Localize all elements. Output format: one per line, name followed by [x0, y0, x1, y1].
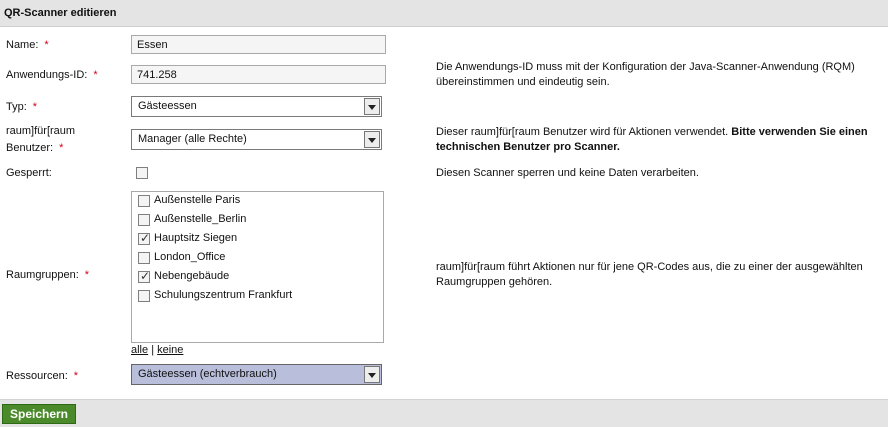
room-group-checkbox[interactable]: ✓: [138, 269, 151, 283]
checkmark-icon: ✓: [140, 269, 151, 283]
chevron-down-icon: [368, 105, 376, 110]
type-dropdown-button[interactable]: [364, 98, 380, 115]
user-hint: Dieser raum]für[raum Benutzer wird für A…: [436, 126, 868, 153]
locked-hint: Diesen Scanner sperren und keine Daten v…: [436, 167, 699, 179]
room-groups-hint: raum]für[raum führt Aktionen nur für jen…: [436, 261, 863, 288]
checkmark-icon: ✓: [140, 231, 151, 245]
name-label: Name: *: [6, 39, 49, 51]
resources-label: Ressourcen: *: [6, 370, 79, 382]
page-title: QR-Scanner editieren: [4, 7, 117, 19]
required-marker: *: [93, 69, 98, 81]
room-group-checkbox[interactable]: [138, 214, 150, 226]
resources-select-value: Gästeessen (echtverbrauch): [138, 368, 277, 380]
app-id-label: Anwendungs-ID: *: [6, 69, 98, 81]
select-none-link[interactable]: keine: [157, 344, 183, 356]
locked-checkbox[interactable]: [136, 167, 148, 179]
save-button[interactable]: Speichern: [2, 404, 76, 424]
type-label: Typ: *: [6, 101, 38, 113]
room-group-checkbox[interactable]: ✓: [138, 231, 151, 245]
chevron-down-icon: [368, 138, 376, 143]
app-id-field[interactable]: [131, 65, 386, 84]
resources-select[interactable]: Gästeessen (echtverbrauch): [131, 364, 382, 385]
chevron-down-icon: [368, 373, 376, 378]
required-marker: *: [73, 370, 79, 382]
type-select[interactable]: Gästeessen: [131, 96, 382, 117]
required-marker: *: [84, 269, 90, 281]
resources-dropdown-button[interactable]: [364, 366, 380, 383]
select-links: alle | keine: [131, 344, 183, 356]
user-select-value: Manager (alle Rechte): [138, 133, 247, 145]
locked-label: Gesperrt:: [6, 167, 52, 179]
type-select-value: Gästeessen: [138, 100, 197, 112]
room-groups-list[interactable]: Außenstelle Paris Außenstelle_Berlin ✓ H…: [131, 191, 384, 343]
select-all-link[interactable]: alle: [131, 344, 148, 356]
title-bar: QR-Scanner editieren: [0, 0, 888, 27]
room-group-checkbox[interactable]: [138, 252, 150, 264]
room-group-checkbox[interactable]: [138, 195, 150, 207]
room-group-checkbox[interactable]: [138, 290, 150, 302]
user-select[interactable]: Manager (alle Rechte): [131, 129, 382, 150]
user-label: raum]für[raum Benutzer: *: [6, 125, 76, 154]
name-field[interactable]: [131, 35, 386, 54]
user-dropdown-button[interactable]: [364, 131, 380, 148]
required-marker: *: [59, 142, 64, 154]
link-separator: |: [151, 344, 155, 356]
app-id-hint: Die Anwendungs-ID muss mit der Konfigura…: [436, 61, 855, 88]
footer-bar: Speichern: [0, 399, 888, 427]
required-marker: *: [44, 39, 49, 51]
room-groups-label: Raumgruppen: *: [6, 269, 90, 281]
required-marker: *: [32, 101, 38, 113]
